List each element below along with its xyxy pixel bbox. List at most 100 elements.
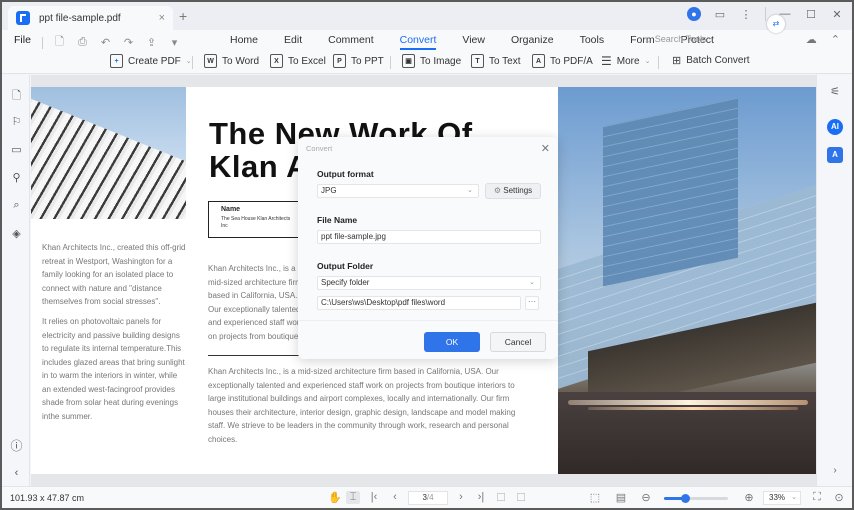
- to-pdfa-button[interactable]: A To PDF/A: [532, 54, 593, 68]
- create-pdf-icon: +: [110, 54, 123, 68]
- output-path-input[interactable]: C:\Users\ws\Desktop\pdf files\word: [317, 296, 521, 310]
- output-format-label: Output format: [317, 169, 374, 179]
- image-icon: ▣: [402, 54, 415, 68]
- name-value: The Sea House Klan Architects Inc: [221, 216, 291, 229]
- next-page-icon[interactable]: ›: [454, 491, 468, 503]
- menu-edit[interactable]: Edit: [284, 34, 302, 46]
- menu-comment[interactable]: Comment: [328, 34, 374, 46]
- tab-close-icon[interactable]: ×: [159, 12, 165, 24]
- page-thumbnails-icon[interactable]: 🗋: [10, 87, 23, 102]
- output-path-value: C:\Users\ws\Desktop\pdf files\word: [321, 298, 446, 307]
- redo-icon[interactable]: ↷: [122, 36, 135, 49]
- more-list-icon: ☰: [601, 54, 612, 68]
- menu-home[interactable]: Home: [230, 34, 258, 46]
- translate-icon[interactable]: ⇄: [767, 15, 785, 33]
- fullscreen-icon[interactable]: ⛶: [810, 491, 824, 504]
- customize-toolbar-icon[interactable]: ▾: [168, 36, 181, 49]
- dialog-title: Convert: [306, 144, 333, 153]
- pdfa-icon: A: [532, 54, 545, 68]
- create-pdf-button[interactable]: + Create PDF ⌄: [110, 54, 192, 68]
- print-icon[interactable]: ⎙: [76, 36, 89, 49]
- help-icon[interactable]: ⓘ: [10, 437, 23, 453]
- search-tools-input[interactable]: ☼ Search Tools: [644, 34, 707, 44]
- ok-button[interactable]: OK: [424, 332, 480, 352]
- chevron-down-icon: ⌄: [185, 58, 192, 65]
- feedback-icon[interactable]: ▭: [713, 8, 727, 21]
- undo-icon[interactable]: ↶: [99, 36, 112, 49]
- menu-convert[interactable]: Convert: [399, 34, 436, 50]
- more-options-icon[interactable]: ⋮: [739, 8, 753, 21]
- cloud-upload-icon[interactable]: ☁: [806, 33, 817, 46]
- cancel-button[interactable]: Cancel: [490, 332, 546, 352]
- zoom-in-icon[interactable]: ⊕: [742, 491, 756, 504]
- maximize-button[interactable]: ☐: [804, 8, 818, 21]
- collapse-ribbon-icon[interactable]: ⌃: [831, 33, 840, 46]
- previous-page-icon[interactable]: ‹: [388, 491, 402, 503]
- zoom-slider[interactable]: [664, 494, 728, 503]
- attachment-icon[interactable]: ⚲: [10, 171, 23, 184]
- divider: [390, 56, 391, 69]
- select-tool-icon[interactable]: ⌶: [346, 491, 360, 504]
- file-menu[interactable]: File: [14, 34, 31, 46]
- chevron-down-icon: ⌄: [467, 187, 473, 194]
- more-view-options-icon[interactable]: ⊙: [832, 491, 846, 504]
- to-word-button[interactable]: W To Word: [204, 54, 259, 68]
- to-image-button[interactable]: ▣ To Image: [402, 54, 461, 68]
- to-excel-button[interactable]: X To Excel: [270, 54, 326, 68]
- user-avatar-icon[interactable]: ●: [687, 7, 701, 21]
- fit-page-icon[interactable]: ☐: [514, 491, 528, 504]
- document-tab[interactable]: ppt file-sample.pdf ×: [8, 6, 173, 30]
- browse-folder-button[interactable]: ···: [525, 296, 539, 310]
- new-tab-button[interactable]: +: [179, 8, 187, 24]
- expand-right-icon[interactable]: ›: [827, 465, 843, 481]
- properties-icon[interactable]: ⚟: [827, 85, 843, 101]
- to-ppt-button[interactable]: P To PPT: [333, 54, 384, 68]
- search-tools-placeholder: Search Tools: [654, 34, 707, 44]
- right-sidebar: ⚟ AI A ›: [816, 75, 852, 486]
- zoom-level-value: 33%: [769, 493, 786, 502]
- bookmark-icon[interactable]: ⚐: [10, 115, 23, 128]
- to-pdfa-label: To PDF/A: [550, 55, 593, 67]
- layers-icon[interactable]: ◈: [10, 227, 23, 240]
- to-text-label: To Text: [489, 55, 521, 67]
- dialog-close-icon[interactable]: ✕: [541, 142, 550, 155]
- output-format-select[interactable]: JPG ⌄: [317, 184, 479, 198]
- zoom-slider-knob[interactable]: [681, 494, 691, 503]
- settings-label: Settings: [503, 186, 533, 195]
- page-layout-menu-icon[interactable]: ▤: [614, 491, 628, 504]
- collapse-left-icon[interactable]: ‹: [10, 467, 23, 480]
- page-fit-menu-icon[interactable]: ⬚: [588, 491, 602, 504]
- ai-assistant-icon[interactable]: AI: [827, 119, 843, 135]
- share-icon[interactable]: ⇪: [145, 36, 158, 49]
- close-window-button[interactable]: ✕: [830, 8, 844, 21]
- hand-tool-icon[interactable]: ✋: [328, 491, 342, 504]
- to-image-label: To Image: [420, 55, 462, 67]
- word-icon: W: [204, 54, 217, 68]
- comment-icon[interactable]: ▭: [10, 143, 23, 156]
- gear-icon: ⚙: [493, 186, 504, 195]
- first-page-icon[interactable]: |‹: [367, 491, 381, 503]
- to-text-button[interactable]: T To Text: [471, 54, 521, 68]
- settings-button[interactable]: ⚙ Settings: [485, 183, 541, 199]
- file-name-input[interactable]: ppt file-sample.jpg: [317, 230, 541, 244]
- mid-paragraph-1: Khan Architects Inc., is a mid-sized arc…: [208, 264, 304, 341]
- last-page-icon[interactable]: ›|: [474, 491, 488, 503]
- menu-tools[interactable]: Tools: [580, 34, 605, 46]
- translate-doc-icon[interactable]: A: [827, 147, 843, 163]
- menu-view[interactable]: View: [462, 34, 485, 46]
- more-button[interactable]: ☰ More ⌄: [601, 54, 650, 68]
- convert-dialog: Convert ✕ Output format JPG ⌄ ⚙ Settings…: [298, 137, 558, 359]
- page-number-input[interactable]: 3/4: [408, 491, 448, 505]
- status-bar: 101.93 x 47.87 cm ✋ ⌶ |‹ ‹ 3/4 › ›| ☐ ☐ …: [2, 486, 852, 508]
- search-icon[interactable]: ⌕: [10, 199, 23, 212]
- single-page-view-icon[interactable]: ☐: [494, 491, 508, 504]
- more-label: More: [616, 55, 640, 67]
- zoom-level-select[interactable]: 33% ⌄: [763, 491, 801, 505]
- output-folder-select[interactable]: Specify folder ⌄: [317, 276, 541, 290]
- name-label: Name: [221, 206, 241, 213]
- batch-convert-icon: ⊞: [672, 55, 682, 67]
- building-photo-right: [558, 87, 816, 474]
- batch-convert-button[interactable]: ⊞ Batch Convert: [672, 54, 750, 67]
- menu-organize[interactable]: Organize: [511, 34, 554, 46]
- zoom-out-icon[interactable]: ⊖: [639, 491, 653, 504]
